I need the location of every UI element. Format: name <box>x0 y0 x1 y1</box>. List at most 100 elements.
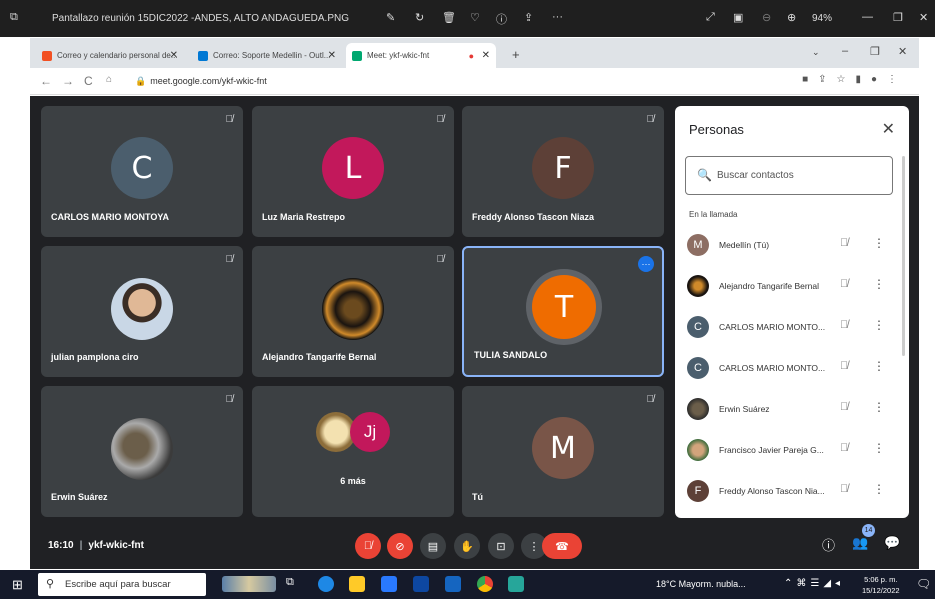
more-options-icon[interactable]: ⋮ <box>873 277 885 291</box>
avatar-photo <box>687 275 709 297</box>
close-tab-icon[interactable]: ✕ <box>328 50 336 61</box>
participant-name: Alejandro Tangarife Bernal <box>262 352 377 362</box>
url-field[interactable]: 🔒 meet.google.com/ykf-wkic-fnt <box>135 76 267 87</box>
participant-tile-active[interactable]: ··· T TULIA SANDALO <box>462 246 664 377</box>
people-list-item[interactable]: Francisco Javier Pareja G... 🎙̸ ⋮ <box>675 431 901 471</box>
weather-widget[interactable]: 18°C Mayorm. nubla... <box>656 579 746 589</box>
people-scrollbar[interactable] <box>902 156 905 356</box>
store-icon[interactable] <box>413 576 429 592</box>
edit-icon[interactable]: ✎ <box>386 11 395 24</box>
close-tab-icon[interactable]: ✕ <box>482 50 490 61</box>
participant-tile[interactable]: 🎙̸ Erwin Suárez <box>41 386 243 517</box>
mic-toggle-button[interactable]: 🎙̸ <box>355 533 381 559</box>
participant-name: Luz Maria Restrepo <box>262 212 346 222</box>
participant-tile[interactable]: 🎙̸ C CARLOS MARIO MONTOYA <box>41 106 243 237</box>
chat-icon[interactable]: 💬 <box>884 535 900 551</box>
more-options-icon[interactable]: ⋮ <box>873 359 885 373</box>
people-list-item[interactable]: C CARLOS MARIO MONTO... 🎙̸ ⋮ <box>675 349 901 389</box>
forward-icon[interactable]: → <box>62 74 74 88</box>
more-icon[interactable]: ··· <box>552 11 563 23</box>
taskbar-clock[interactable]: 5:06 p. m. 15/12/2022 <box>862 574 900 596</box>
new-tab-icon[interactable]: + <box>512 47 520 62</box>
share-icon[interactable]: ⇪ <box>524 11 533 24</box>
rotate-icon[interactable]: ↻ <box>415 11 424 24</box>
participant-name: Erwin Suárez <box>51 492 108 502</box>
participant-tile[interactable]: 🎙̸ F Freddy Alonso Tascon Niaza <box>462 106 664 237</box>
edge-icon[interactable] <box>318 576 334 592</box>
browser-tab-bar: Correo y calendario personal de... ✕ Cor… <box>30 38 919 68</box>
people-panel: Personas ✕ 🔍 Buscar contactos En la llam… <box>675 106 909 518</box>
people-list-item[interactable]: F Freddy Alonso Tascon Nia... 🎙̸ ⋮ <box>675 472 901 512</box>
avatar-photo <box>687 439 709 461</box>
people-list-item[interactable]: Alejandro Tangarife Bernal 🎙̸ ⋮ <box>675 267 901 307</box>
muted-mic-icon: 🎙̸ <box>840 360 849 372</box>
present-button[interactable]: ⊡ <box>488 533 514 559</box>
url-text: meet.google.com/ykf-wkic-fnt <box>150 76 267 86</box>
participant-tile[interactable]: 🎙̸ julian pamplona ciro <box>41 246 243 377</box>
raise-hand-button[interactable]: ✋ <box>454 533 480 559</box>
participant-tile[interactable]: 🎙̸ L Luz Maria Restrepo <box>252 106 454 237</box>
browser-minimize-icon[interactable]: – <box>842 45 848 57</box>
browser-close-icon[interactable]: ✕ <box>898 45 907 58</box>
more-participants-tile[interactable]: Jj 6 más <box>252 386 454 517</box>
captions-button[interactable]: ▤ <box>420 533 446 559</box>
people-icon[interactable]: 👥 <box>852 535 868 551</box>
meeting-details-icon[interactable]: ⓘ <box>822 535 835 554</box>
mail-icon[interactable] <box>381 576 397 592</box>
more-options-icon[interactable]: ⋮ <box>873 236 885 250</box>
close-panel-icon[interactable]: ✕ <box>882 119 895 139</box>
tab-outlook-soporte[interactable]: Correo: Soporte Medellin - Outl... ✕ <box>192 43 342 68</box>
word-icon[interactable] <box>445 576 461 592</box>
contact-search-input[interactable]: 🔍 Buscar contactos <box>685 156 893 195</box>
notification-icon[interactable]: 🗨 <box>916 577 931 591</box>
more-options-icon[interactable]: ⋮ <box>873 482 885 496</box>
leave-call-button[interactable]: ☎ <box>542 533 582 559</box>
fit-icon[interactable]: ▣ <box>733 11 743 24</box>
search-highlight-image[interactable] <box>222 576 276 592</box>
zoom-out-icon[interactable]: ⊖ <box>762 11 771 24</box>
muted-mic-icon: 🎙̸ <box>646 394 655 405</box>
tile-options-icon[interactable]: ··· <box>638 256 654 272</box>
browser-restore-icon[interactable]: ❐ <box>870 45 880 58</box>
more-options-icon[interactable]: ⋮ <box>873 318 885 332</box>
people-list-item[interactable]: M Medellín (Tú) 🎙̸ ⋮ <box>675 226 901 266</box>
participant-name: TULIA SANDALO <box>474 350 548 360</box>
home-icon[interactable]: ⌂ <box>106 74 112 85</box>
avatar: F <box>532 137 594 199</box>
chrome-icon[interactable] <box>477 576 493 592</box>
avatar: C <box>111 137 173 199</box>
task-view-icon[interactable]: ⧉ <box>286 576 302 592</box>
back-icon[interactable]: ← <box>40 74 52 88</box>
avatar: M <box>532 417 594 479</box>
expand-icon[interactable]: ⤢ <box>706 11 715 24</box>
tab-search-icon[interactable]: ⌄ <box>812 47 820 58</box>
close-tab-icon[interactable]: ✕ <box>170 50 178 61</box>
windows-start-icon[interactable]: ⊞ <box>12 577 23 593</box>
tab-outlook-personal[interactable]: Correo y calendario personal de... ✕ <box>36 43 184 68</box>
delete-icon[interactable]: 🗑 <box>442 11 456 24</box>
tab-meet[interactable]: Meet: ykf-wkic-fnt ● ✕ <box>346 43 496 68</box>
address-bar: ← → C ⌂ 🔒 meet.google.com/ykf-wkic-fnt ■⇪… <box>30 68 919 95</box>
reload-icon[interactable]: C <box>84 74 93 88</box>
minimize-icon[interactable]: — <box>862 11 873 23</box>
taskbar-search-input[interactable]: ⚲ Escribe aquí para buscar <box>38 573 206 596</box>
zoom-in-icon[interactable]: ⊕ <box>787 11 796 24</box>
restore-icon[interactable]: ❐ <box>893 11 903 24</box>
photos-icon[interactable] <box>508 576 524 592</box>
more-options-icon[interactable]: ⋮ <box>873 441 885 455</box>
participant-tile[interactable]: 🎙̸ Alejandro Tangarife Bernal <box>252 246 454 377</box>
participant-tile-self[interactable]: 🎙̸ M Tú <box>462 386 664 517</box>
people-list-item[interactable]: C CARLOS MARIO MONTO... 🎙̸ ⋮ <box>675 308 901 348</box>
file-explorer-icon[interactable] <box>349 576 365 592</box>
close-window-icon[interactable]: ✕ <box>919 11 928 24</box>
taskbar-search-placeholder: Escribe aquí para buscar <box>65 579 171 590</box>
favorite-icon[interactable]: ♡ <box>470 11 480 24</box>
system-tray-icons[interactable]: ⌃⌘☰◢◂ <box>784 578 844 589</box>
camera-toggle-button[interactable]: ⊘ <box>387 533 413 559</box>
participant-name: Freddy Alonso Tascon Niaza <box>472 212 595 222</box>
toolbar-icons[interactable]: ■⇪☆▮●⋮ <box>802 74 907 85</box>
more-options-icon[interactable]: ⋮ <box>873 400 885 414</box>
people-list-item[interactable]: Erwin Suárez 🎙̸ ⋮ <box>675 390 901 430</box>
info-icon[interactable]: ⓘ <box>496 11 507 27</box>
person-name: Alejandro Tangarife Bernal <box>719 281 820 291</box>
